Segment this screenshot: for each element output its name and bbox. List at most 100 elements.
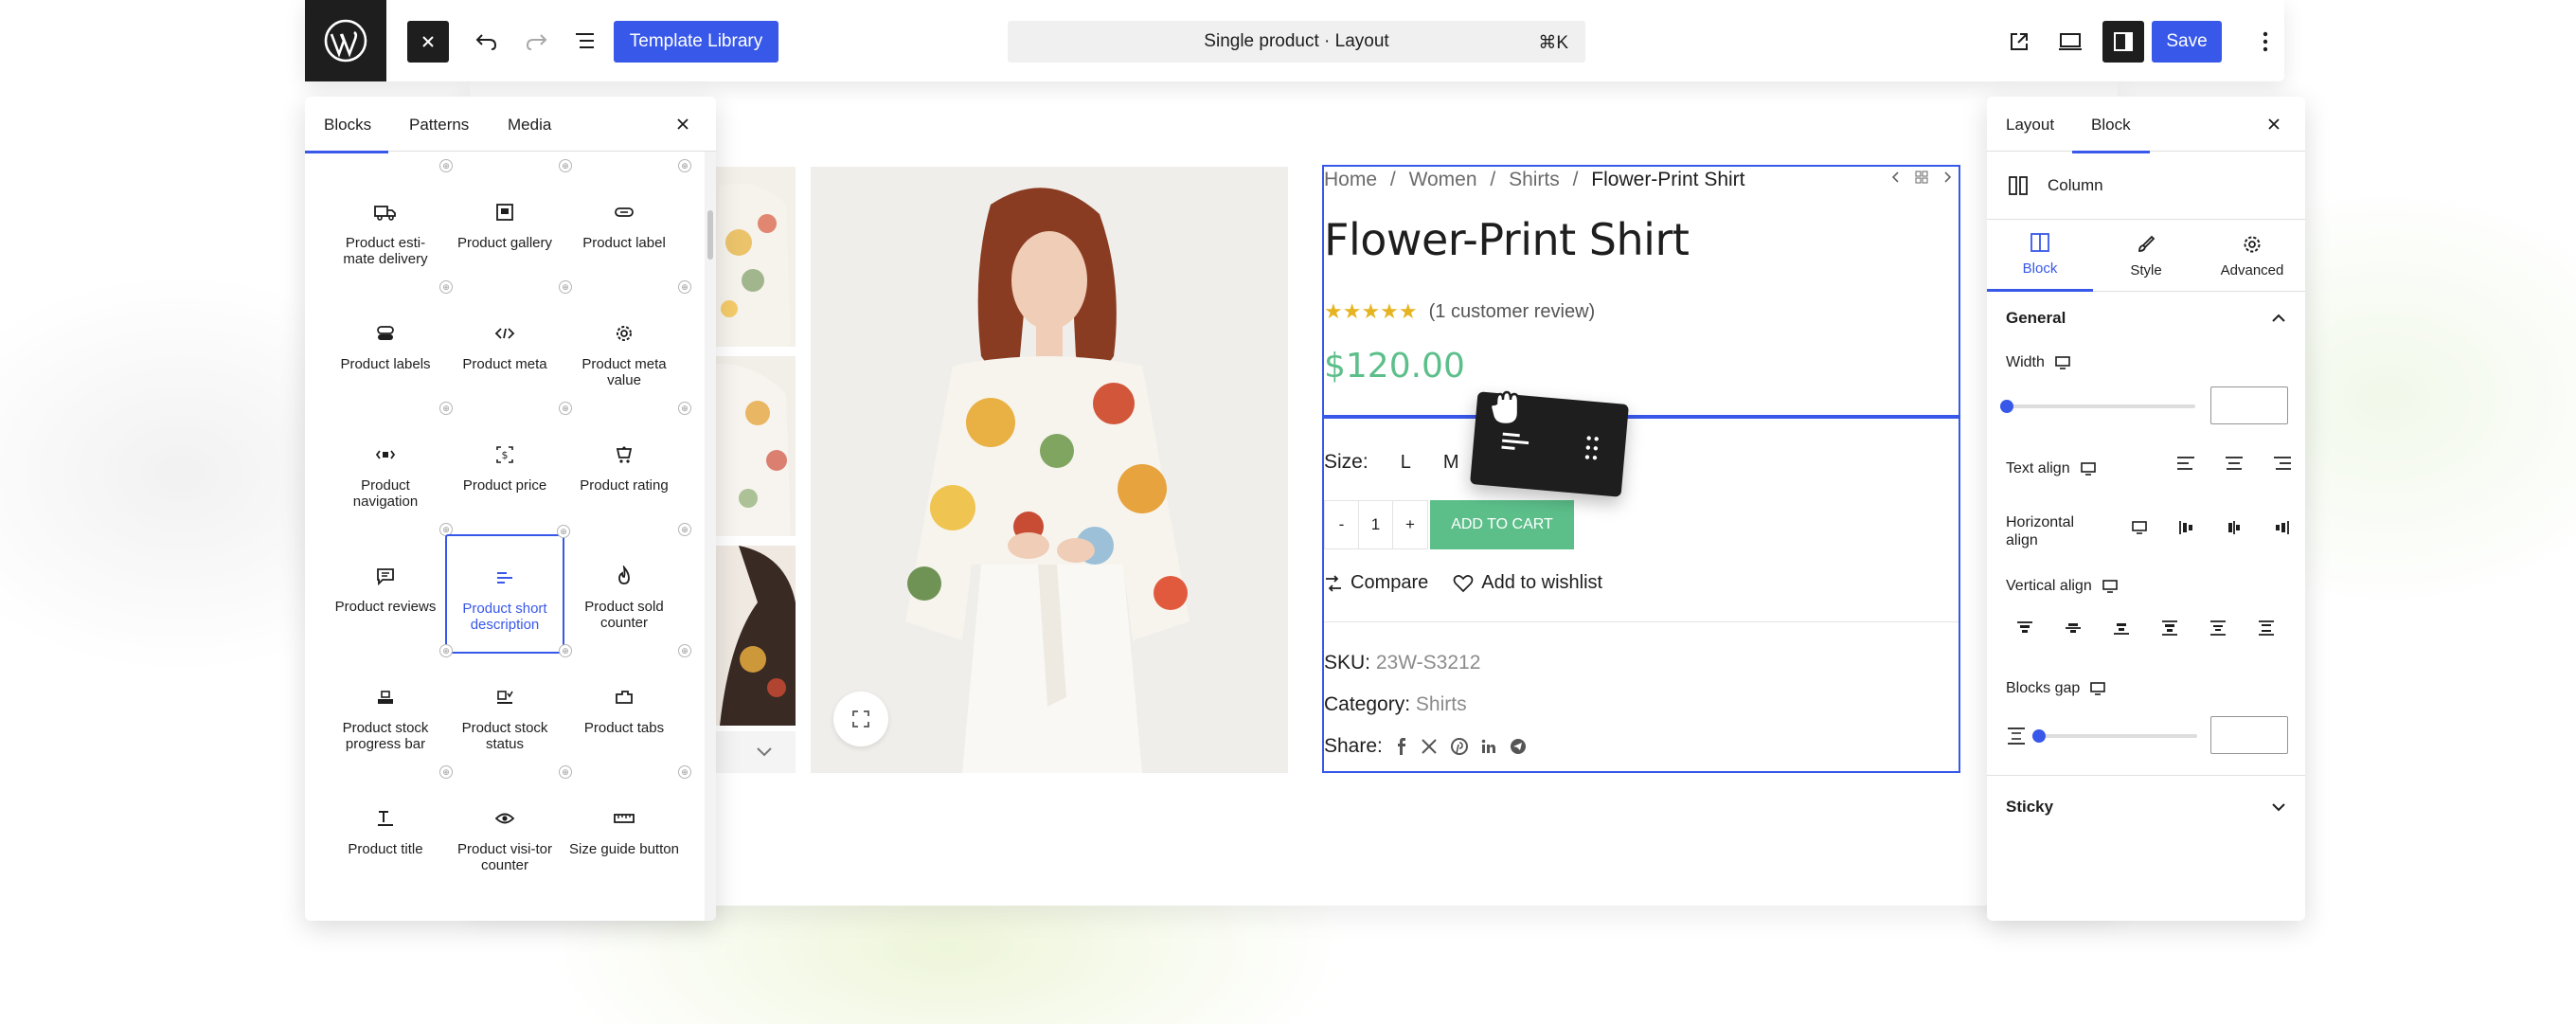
size-option-l[interactable]: L (1401, 452, 1411, 474)
sticky-panel-toggle[interactable]: Sticky (1987, 781, 2305, 834)
block-product-gallery[interactable]: ⊕ Product gallery (445, 159, 572, 290)
justify-left-icon[interactable] (2163, 519, 2210, 536)
size-option-m[interactable]: M (1443, 452, 1459, 474)
code-icon (494, 320, 515, 347)
command-palette-button[interactable]: Single product · Layout ⌘K (1008, 21, 1585, 63)
block-product-visitor-counter[interactable]: ⊕ Product visi-tor counter (445, 765, 572, 896)
tab-patterns[interactable]: Patterns (409, 116, 469, 135)
pinterest-icon[interactable] (1450, 738, 1468, 755)
linkedin-icon[interactable] (1481, 739, 1496, 754)
x-icon[interactable] (1421, 738, 1438, 755)
align-center-icon[interactable] (2209, 455, 2258, 472)
tab-block-settings[interactable]: Block (1987, 220, 2093, 292)
tab-advanced-settings[interactable]: Advanced (2199, 220, 2305, 292)
breadcrumb-women[interactable]: Women (1409, 169, 1477, 190)
blocks-gap-input[interactable] (2210, 716, 2288, 754)
block-insertion-indicator (1324, 415, 1959, 419)
facebook-icon[interactable] (1396, 738, 1407, 755)
category-link[interactable]: Shirts (1416, 693, 1467, 715)
telegram-icon[interactable] (1510, 738, 1527, 755)
add-to-cart-button[interactable]: ADD TO CART (1430, 500, 1574, 549)
wordpress-logo-button[interactable] (305, 0, 386, 81)
width-slider-handle[interactable] (2000, 400, 2013, 413)
product-main-image[interactable] (811, 167, 1288, 773)
product-summary-column[interactable]: Home / Women / Shirts / Flower-Print Shi… (1322, 165, 1960, 773)
justify-center-icon[interactable] (2210, 519, 2258, 536)
settings-tabs: Layout Block (1987, 97, 2305, 153)
block-product-price[interactable]: ⊕ $ Product price (445, 402, 572, 532)
document-overview-button[interactable] (568, 25, 602, 59)
desktop-icon[interactable] (2102, 580, 2119, 593)
short-description-icon (1500, 432, 1529, 450)
width-slider[interactable] (2006, 404, 2195, 408)
block-product-labels[interactable]: ⊕ Product labels (326, 280, 453, 411)
desktop-icon[interactable] (2080, 462, 2097, 476)
align-left-icon[interactable] (2161, 455, 2209, 472)
block-product-stock-progress-bar[interactable]: ⊕ Product stock progress bar (326, 644, 453, 775)
align-middle-icon[interactable] (2048, 620, 2097, 637)
quantity-input[interactable]: 1 (1359, 501, 1393, 548)
block-product-stock-status[interactable]: ⊕ Product stock status (445, 644, 572, 775)
blocks-gap-slider-handle[interactable] (2032, 729, 2046, 743)
quantity-minus-button[interactable]: - (1325, 501, 1359, 548)
align-bottom-icon[interactable] (2097, 620, 2145, 637)
tab-style-settings[interactable]: Style (2093, 220, 2199, 292)
breadcrumb-home[interactable]: Home (1324, 169, 1377, 190)
justify-right-icon[interactable] (2258, 519, 2305, 536)
block-product-short-description[interactable]: ⊕ Product short description (445, 525, 570, 654)
general-panel-toggle[interactable]: General (1987, 292, 2305, 345)
compare-button[interactable]: Compare (1324, 572, 1428, 594)
block-product-meta[interactable]: ⊕ Product meta (445, 280, 572, 411)
block-product-estimate-delivery[interactable]: ⊕ Product esti-mate delivery (326, 159, 453, 290)
tab-layout[interactable]: Layout (2006, 116, 2054, 135)
inserter-scrollbar-thumb[interactable] (707, 210, 713, 260)
space-between-icon[interactable] (2145, 620, 2193, 637)
product-rating: ★★★★★ (1 customer review) (1324, 299, 1595, 324)
close-inserter-panel-button[interactable] (671, 112, 695, 136)
quantity-plus-button[interactable]: + (1393, 501, 1427, 548)
close-inserter-button[interactable] (407, 21, 449, 63)
breadcrumb-shirts[interactable]: Shirts (1509, 169, 1560, 190)
chevron-left-icon[interactable] (1890, 171, 1900, 184)
tab-media[interactable]: Media (508, 116, 551, 135)
tab-blocks[interactable]: Blocks (305, 116, 389, 153)
options-menu-button[interactable] (2252, 25, 2279, 59)
block-product-meta-value[interactable]: ⊕ Product meta value (564, 280, 691, 411)
space-around-icon[interactable] (2193, 620, 2242, 637)
view-site-button[interactable] (2002, 25, 2036, 59)
block-product-label[interactable]: ⊕ Product label (564, 159, 691, 290)
block-size-guide-button[interactable]: ⊕ Size guide button (564, 765, 691, 896)
device-preview-button[interactable] (2053, 25, 2087, 59)
inserter-scrollbar[interactable] (705, 152, 716, 921)
desktop-icon[interactable] (2116, 519, 2163, 536)
grid-icon[interactable] (1915, 171, 1928, 184)
gallery-zoom-button[interactable] (833, 692, 888, 746)
review-count-link[interactable]: (1 customer review) (1429, 301, 1596, 323)
template-library-button[interactable]: Template Library (614, 21, 778, 63)
lock-icon: ⊕ (678, 644, 691, 657)
blocks-gap-slider[interactable] (2036, 734, 2197, 738)
block-product-rating[interactable]: ⊕ Product rating (564, 402, 691, 532)
block-product-tabs[interactable]: ⊕ Product tabs (564, 644, 691, 775)
add-to-wishlist-button[interactable]: Add to wishlist (1453, 572, 1602, 594)
block-product-sold-counter[interactable]: ⊕ Product sold counter (564, 523, 691, 654)
align-top-icon[interactable] (2000, 620, 2048, 637)
tab-block[interactable]: Block (2072, 116, 2149, 153)
column-icon (2009, 175, 2028, 195)
block-product-reviews[interactable]: ⊕ Product reviews (326, 523, 453, 654)
desktop-icon[interactable] (2054, 356, 2071, 369)
block-product-title[interactable]: ⊕ Product title (326, 765, 453, 896)
desktop-icon[interactable] (2089, 682, 2106, 695)
width-input[interactable] (2210, 386, 2288, 424)
gear-icon (2244, 236, 2261, 252)
drag-handle-icon[interactable] (1583, 433, 1601, 462)
undo-button[interactable] (470, 25, 504, 59)
stretch-icon[interactable] (2242, 620, 2290, 637)
redo-button[interactable] (519, 25, 553, 59)
block-product-navigation[interactable]: ⊕ Product navigation (326, 402, 453, 532)
settings-sidebar-toggle[interactable] (2102, 21, 2144, 63)
close-settings-button[interactable] (2262, 112, 2286, 136)
save-button[interactable]: Save (2152, 21, 2222, 63)
align-right-icon[interactable] (2258, 455, 2306, 472)
chevron-right-icon[interactable] (1943, 171, 1953, 184)
